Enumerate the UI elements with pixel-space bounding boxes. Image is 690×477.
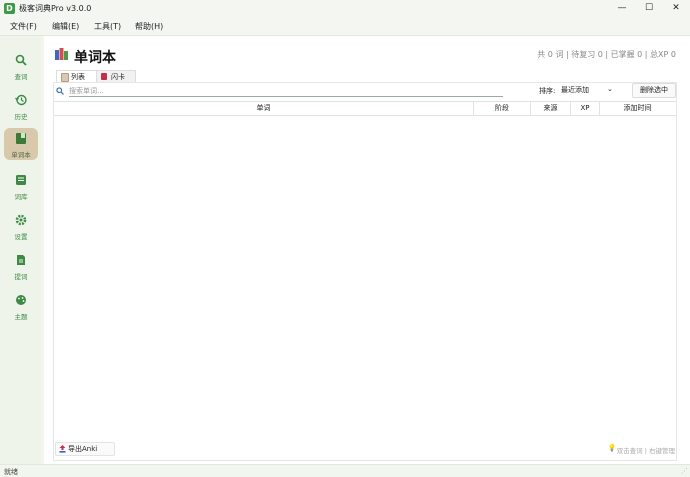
sidebar-item-library[interactable]: 词库 [4, 170, 38, 202]
main-content: 单词本 共 0 词 | 待复习 0 | 已掌握 0 | 总XP 0 列表 闪卡 … [44, 36, 690, 464]
wordbook-stats: 共 0 词 | 待复习 0 | 已掌握 0 | 总XP 0 [537, 50, 676, 59]
export-icon [59, 445, 66, 453]
sidebar-item-label: 词库 [14, 193, 28, 201]
library-icon [16, 175, 26, 185]
app-icon: D [4, 3, 15, 14]
books-icon [55, 48, 68, 60]
export-anki-button[interactable]: 导出Anki [55, 442, 115, 456]
sidebar-item-label: 设置 [14, 233, 28, 241]
sidebar-item-prompt[interactable]: 提词 [4, 250, 38, 282]
menu-tools[interactable]: 工具(T) [94, 21, 121, 32]
tab-label: 闪卡 [111, 73, 125, 81]
palette-icon [16, 295, 26, 305]
sidebar: 查词 历史 单词本 词库 设置 提词 主题 [0, 36, 41, 464]
sidebar-item-label: 历史 [14, 113, 28, 121]
close-button[interactable]: ✕ [663, 1, 689, 16]
search-icon [56, 87, 64, 95]
status-bar: 就绪 ⋰ [0, 464, 690, 477]
column-header-xp[interactable]: XP [571, 102, 600, 115]
list-icon [61, 73, 69, 82]
menu-file[interactable]: 文件(F) [10, 21, 37, 32]
sidebar-item-theme[interactable]: 主题 [4, 290, 38, 322]
column-header-word[interactable]: 单词 [54, 102, 474, 115]
usage-hint: 💡 双击查词 | 右键管理 [608, 444, 675, 455]
menu-help[interactable]: 帮助(H) [135, 21, 163, 32]
sidebar-item-label: 主题 [14, 313, 28, 321]
column-header-source[interactable]: 来源 [531, 102, 571, 115]
sidebar-item-wordbook[interactable]: 单词本 [4, 128, 38, 160]
resize-grip-icon[interactable]: ⋰ [681, 467, 688, 475]
page-title: 单词本 [74, 50, 116, 66]
gear-icon [15, 214, 27, 226]
chevron-down-icon[interactable]: ⌄ [607, 85, 613, 93]
lightbulb-icon: 💡 [607, 444, 617, 452]
export-label: 导出Anki [68, 445, 98, 453]
sidebar-item-history[interactable]: 历史 [4, 90, 38, 122]
word-list-panel: 排序: 最近添加 ⌄ 删除选中 单词 阶段 来源 XP 添加时间 [53, 82, 677, 461]
search-input[interactable] [69, 86, 503, 97]
history-icon [15, 94, 27, 106]
hint-text: 双击查词 | 右键管理 [616, 447, 675, 455]
column-header-added-time[interactable]: 添加时间 [600, 102, 675, 115]
sidebar-item-settings[interactable]: 设置 [4, 210, 38, 242]
sidebar-item-search[interactable]: 查词 [4, 50, 38, 82]
window-title: 极客词典Pro v3.0.0 [19, 4, 92, 13]
table-header: 单词 阶段 来源 XP 添加时间 [54, 101, 676, 116]
menu-edit[interactable]: 编辑(E) [52, 21, 79, 32]
tab-label: 列表 [71, 73, 85, 81]
menu-bar: 文件(F) 编辑(E) 工具(T) 帮助(H) [0, 17, 690, 36]
maximize-button[interactable]: ☐ [636, 1, 662, 16]
sidebar-item-label: 查词 [14, 73, 28, 81]
delete-selected-button[interactable]: 删除选中 [632, 83, 676, 98]
sidebar-item-label: 提词 [14, 273, 28, 281]
document-icon [17, 255, 25, 265]
search-icon [15, 54, 27, 66]
column-header-stage[interactable]: 阶段 [474, 102, 531, 115]
panel-footer: 导出Anki 💡 双击查词 | 右键管理 [53, 441, 675, 459]
book-icon [16, 133, 26, 144]
sort-label: 排序: [539, 87, 556, 95]
sidebar-item-label: 单词本 [11, 151, 31, 159]
minimize-button[interactable]: — [609, 1, 635, 16]
flashcard-icon [101, 73, 107, 80]
title-bar: D 极客词典Pro v3.0.0 — ☐ ✕ [0, 0, 690, 17]
